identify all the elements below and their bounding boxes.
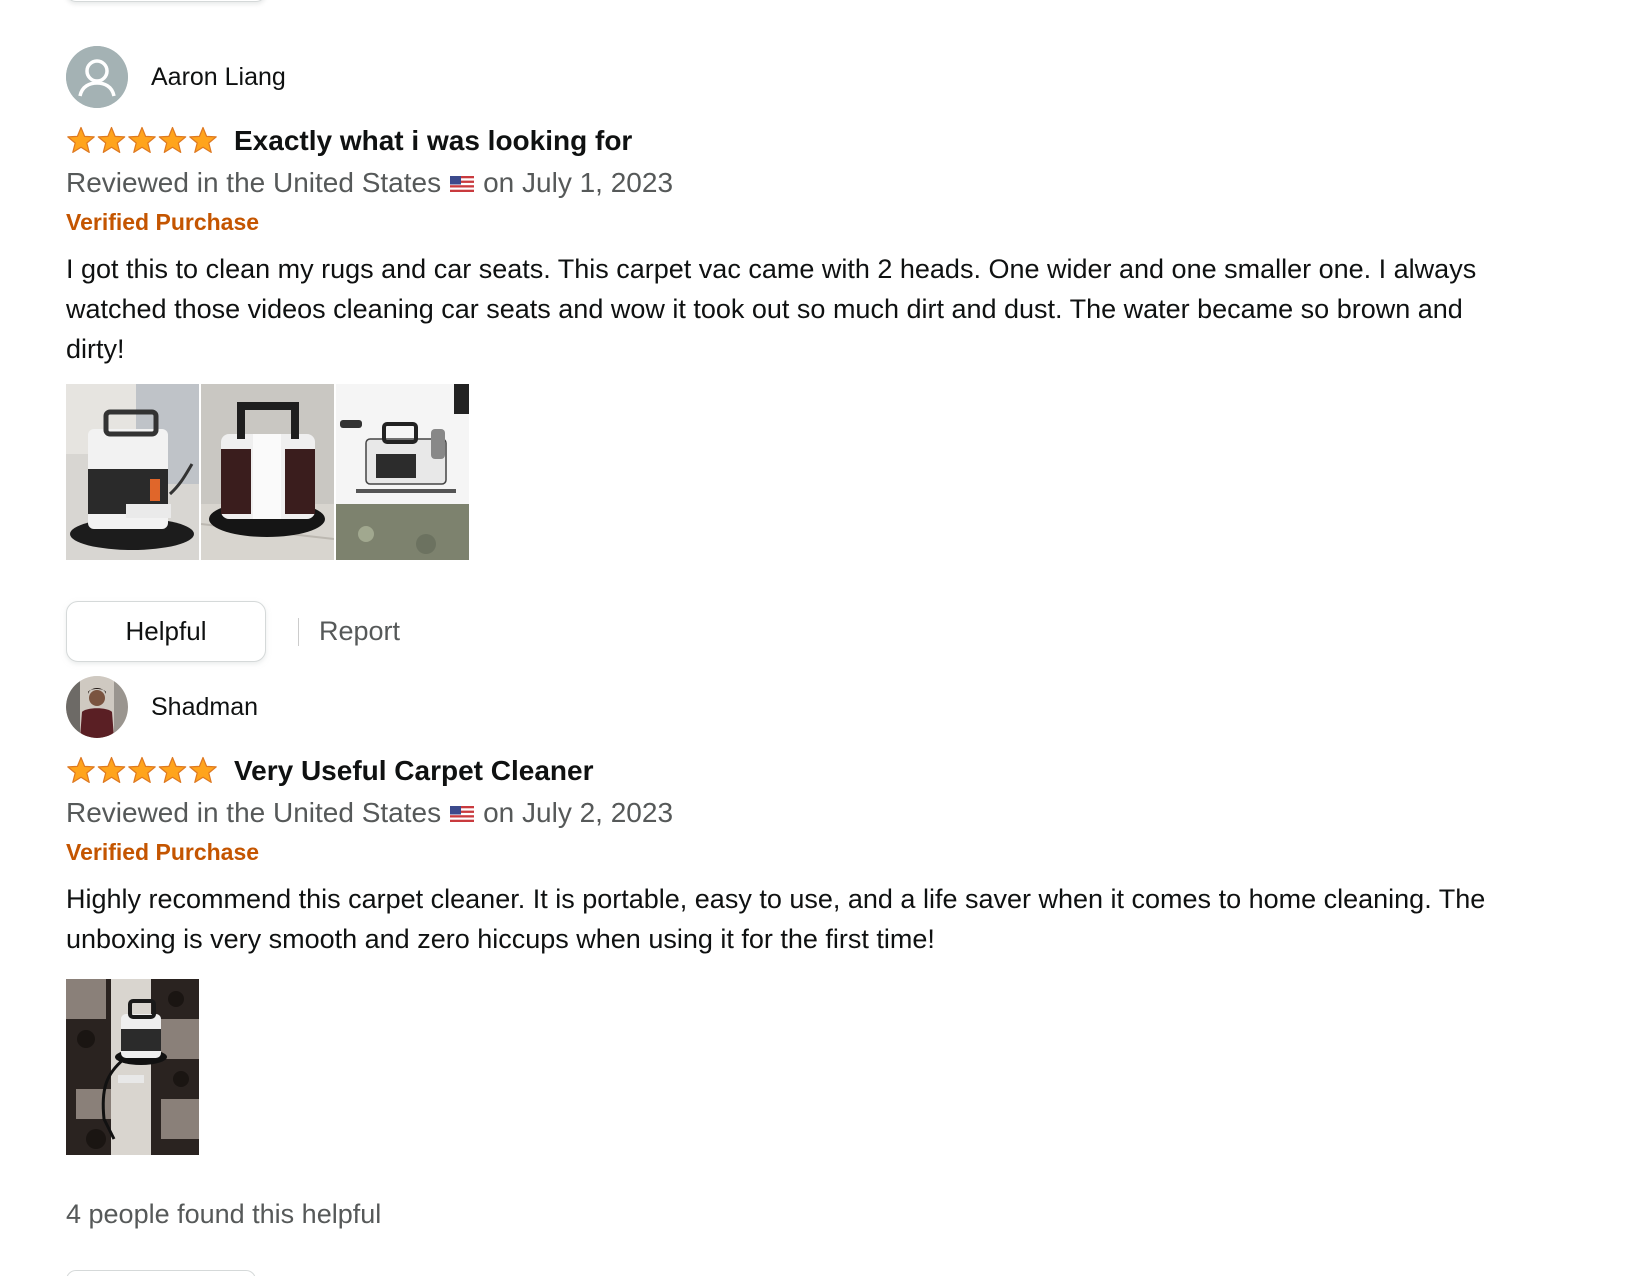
- reviewer-name[interactable]: Shadman: [151, 693, 258, 722]
- action-divider: [298, 617, 299, 646]
- five-star-icon: [67, 756, 217, 784]
- review-image-thumbnail[interactable]: [201, 384, 334, 560]
- five-star-icon: [67, 126, 217, 153]
- review-images: [66, 979, 1506, 1155]
- review-location: Reviewed in the United States: [66, 797, 442, 828]
- report-link[interactable]: Report: [319, 616, 400, 647]
- next-helpful-button[interactable]: [66, 1270, 256, 1276]
- review-date-text: on July 1, 2023: [483, 167, 674, 198]
- helpful-count: 4 people found this helpful: [66, 1199, 382, 1229]
- us-flag-icon: [450, 167, 475, 199]
- review-date: Reviewed in the United States on July 1,…: [66, 163, 1506, 203]
- review-body: Highly recommend this carpet cleaner. It…: [66, 884, 1486, 954]
- star-rating[interactable]: [66, 756, 218, 786]
- review-title[interactable]: Very Useful Carpet Cleaner: [234, 755, 594, 787]
- review-image-thumbnail[interactable]: [336, 384, 469, 560]
- review: Aaron Liang Exactly what i was looking f…: [66, 46, 1506, 662]
- review-image-thumbnail[interactable]: [66, 384, 199, 560]
- avatar[interactable]: [66, 676, 128, 738]
- review: Shadman Very Useful Carpet Cleaner Revie…: [66, 676, 1506, 1230]
- star-rating[interactable]: [66, 126, 218, 156]
- verified-purchase-badge[interactable]: Verified Purchase: [66, 833, 1506, 871]
- review-date: Reviewed in the United States on July 2,…: [66, 793, 1506, 833]
- default-avatar-icon[interactable]: [66, 46, 128, 108]
- helpful-button[interactable]: Helpful: [66, 601, 266, 662]
- review-images: [66, 384, 1506, 560]
- reviews-page: Aaron Liang Exactly what i was looking f…: [0, 0, 1646, 1276]
- reviewer-name[interactable]: Aaron Liang: [151, 63, 286, 92]
- us-flag-icon: [450, 797, 475, 829]
- reviewer-profile[interactable]: Shadman: [66, 676, 1506, 738]
- review-title[interactable]: Exactly what i was looking for: [234, 125, 632, 157]
- review-location: Reviewed in the United States: [66, 167, 442, 198]
- previous-helpful-button[interactable]: [66, 0, 266, 2]
- review-date-text: on July 2, 2023: [483, 797, 674, 828]
- review-body: I got this to clean my rugs and car seat…: [66, 254, 1477, 364]
- review-image-thumbnail[interactable]: [66, 979, 199, 1155]
- reviewer-profile[interactable]: Aaron Liang: [66, 46, 1506, 108]
- verified-purchase-badge[interactable]: Verified Purchase: [66, 203, 1506, 241]
